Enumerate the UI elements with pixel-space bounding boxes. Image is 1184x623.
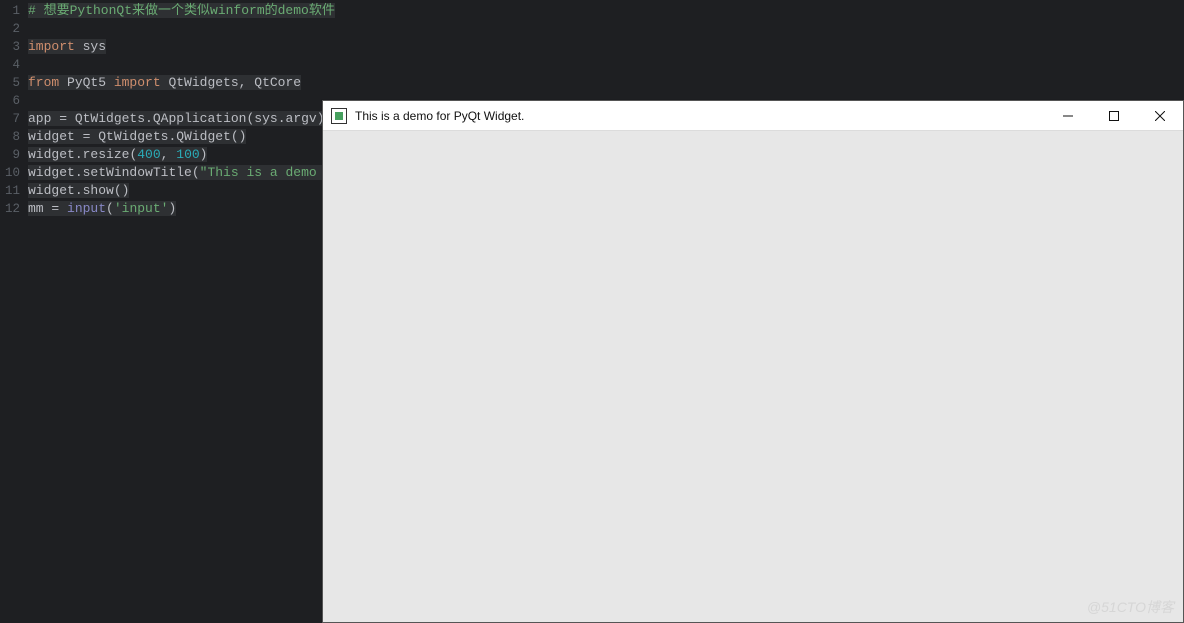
code-line[interactable]: # 想要PythonQt来做一个类似winform的demo软件 <box>28 2 1184 20</box>
line-number: 8 <box>0 128 28 146</box>
window-title: This is a demo for PyQt Widget. <box>355 109 1045 123</box>
line-number: 9 <box>0 146 28 164</box>
line-number-gutter: 123456789101112 <box>0 0 28 623</box>
line-number: 2 <box>0 20 28 38</box>
qt-app-icon <box>331 108 347 124</box>
line-number: 3 <box>0 38 28 56</box>
line-number: 7 <box>0 110 28 128</box>
line-number: 6 <box>0 92 28 110</box>
maximize-button[interactable] <box>1091 101 1137 131</box>
line-number: 11 <box>0 182 28 200</box>
line-number: 4 <box>0 56 28 74</box>
minimize-button[interactable] <box>1045 101 1091 131</box>
code-line[interactable] <box>28 20 1184 38</box>
line-number: 5 <box>0 74 28 92</box>
code-line[interactable]: from PyQt5 import QtWidgets, QtCore <box>28 74 1184 92</box>
close-button[interactable] <box>1137 101 1183 131</box>
qt-demo-window[interactable]: This is a demo for PyQt Widget. <box>322 100 1184 623</box>
code-line[interactable]: import sys <box>28 38 1184 56</box>
watermark: @51CTO博客 <box>1087 597 1174 617</box>
window-client-area[interactable] <box>323 131 1183 622</box>
line-number: 1 <box>0 2 28 20</box>
line-number: 10 <box>0 164 28 182</box>
line-number: 12 <box>0 200 28 218</box>
code-line[interactable] <box>28 56 1184 74</box>
window-titlebar[interactable]: This is a demo for PyQt Widget. <box>323 101 1183 131</box>
